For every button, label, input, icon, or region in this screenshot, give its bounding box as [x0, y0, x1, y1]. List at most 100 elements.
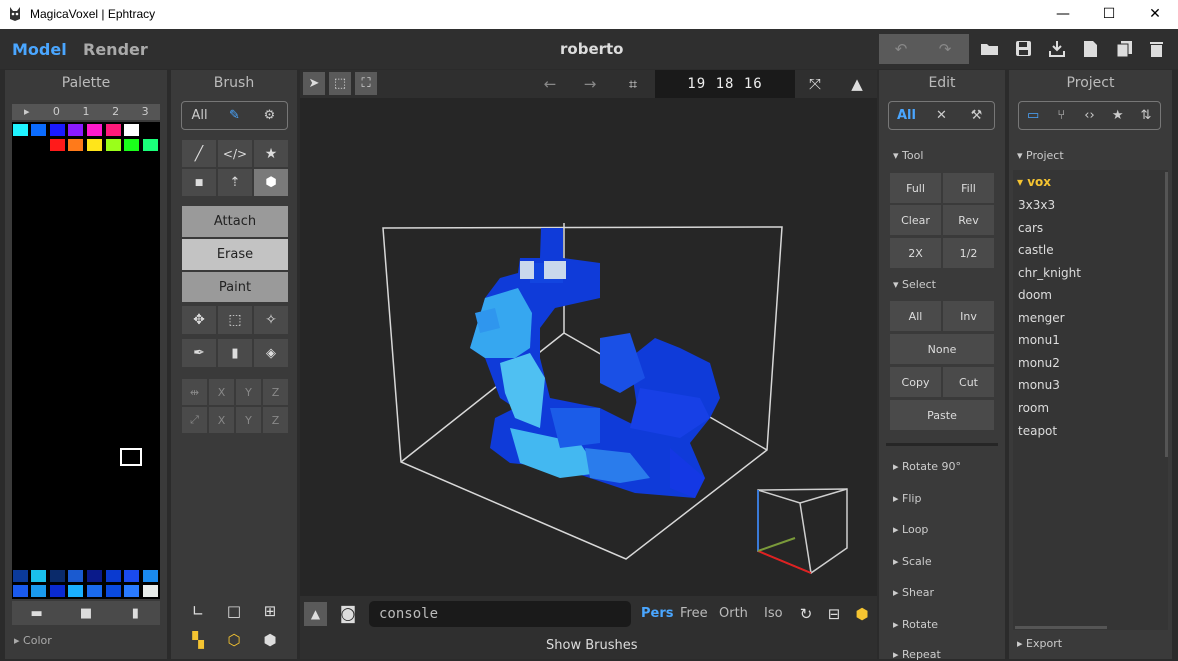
- export-section[interactable]: ▸ Export: [1017, 637, 1062, 650]
- axis-icon[interactable]: ⤢: [182, 407, 207, 433]
- palette-tab-2[interactable]: 2: [101, 104, 131, 120]
- minimize-button[interactable]: —: [1040, 0, 1086, 29]
- color-section[interactable]: ▸ Color: [14, 634, 52, 647]
- select-all-button[interactable]: All: [890, 301, 941, 331]
- cube-solid-icon[interactable]: ⬢: [258, 630, 282, 650]
- ground-icon[interactable]: ∟: [186, 601, 210, 621]
- collapse-icon[interactable]: ▲: [844, 72, 870, 95]
- brush-paint-icon[interactable]: ✎: [217, 102, 252, 129]
- face-brush-icon[interactable]: ⇡: [218, 169, 252, 196]
- vox-folder[interactable]: ▾ vox: [1017, 175, 1051, 189]
- dimensions-readout[interactable]: 19 18 16: [655, 70, 795, 98]
- pattern-brush-icon[interactable]: ★: [254, 140, 288, 167]
- favorite-tab-icon[interactable]: ★: [1104, 102, 1132, 129]
- close-button[interactable]: ✕: [1132, 0, 1178, 29]
- maximize-button[interactable]: ☐: [1086, 0, 1132, 29]
- reset-camera-icon[interactable]: ↻: [795, 603, 817, 625]
- view-orth[interactable]: Orth: [719, 606, 748, 621]
- project-item[interactable]: monu3: [1018, 378, 1060, 392]
- rev-button[interactable]: Rev: [943, 205, 994, 235]
- palette-grid[interactable]: [12, 122, 160, 599]
- code-brush-icon[interactable]: </>: [218, 140, 252, 167]
- cut-button[interactable]: Cut: [943, 367, 994, 397]
- edit-transform-icon[interactable]: ✕: [924, 102, 959, 129]
- mirror-icon[interactable]: ⇹: [182, 379, 207, 405]
- view-iso[interactable]: Iso: [764, 606, 783, 621]
- picker-icon[interactable]: ✒: [182, 339, 216, 367]
- arrow-right-icon[interactable]: →: [577, 72, 603, 95]
- rotate90-action[interactable]: ▸ Rotate 90°: [893, 460, 961, 473]
- repeat-action[interactable]: ▸ Repeat: [893, 648, 941, 661]
- axis-x[interactable]: X: [209, 407, 234, 433]
- select-none-button[interactable]: None: [890, 334, 994, 364]
- palette-tab-arrow[interactable]: ▸: [12, 104, 42, 120]
- project-hscrollbar[interactable]: [1015, 626, 1107, 629]
- attach-mode-button[interactable]: Attach: [182, 206, 288, 237]
- fit-icon[interactable]: ⤧: [802, 72, 828, 95]
- mirror-x[interactable]: X: [209, 379, 234, 405]
- code-tab-icon[interactable]: ‹›: [1075, 102, 1103, 129]
- marquee-icon[interactable]: ⬚: [329, 72, 351, 95]
- copy-button[interactable]: Copy: [890, 367, 941, 397]
- expand-console-icon[interactable]: ▲: [304, 602, 327, 626]
- palette-tab-0[interactable]: 0: [42, 104, 72, 120]
- full-button[interactable]: Full: [890, 173, 941, 203]
- project-section[interactable]: ▾ Project: [1017, 149, 1064, 162]
- undo-icon[interactable]: ↶: [885, 35, 917, 63]
- trash-icon[interactable]: ▮: [218, 339, 252, 367]
- project-item[interactable]: teapot: [1018, 424, 1057, 438]
- corners-icon[interactable]: ⛶: [355, 72, 377, 95]
- shear-action[interactable]: ▸ Shear: [893, 586, 934, 599]
- voxel-brush-icon[interactable]: ■: [182, 169, 216, 196]
- clear-button[interactable]: Clear: [890, 205, 941, 235]
- view-pers[interactable]: Pers: [641, 606, 674, 621]
- palette-save-icon[interactable]: ■: [61, 601, 110, 625]
- palette-open-icon[interactable]: ▬: [12, 601, 61, 625]
- box-view-icon[interactable]: ⬢: [851, 603, 873, 625]
- tab-model[interactable]: Model: [12, 40, 67, 59]
- erase-mode-button[interactable]: Erase: [182, 239, 288, 270]
- project-item[interactable]: chr_knight: [1018, 266, 1081, 280]
- rotate-action[interactable]: ▸ Rotate: [893, 618, 938, 631]
- cube-outline-icon[interactable]: ⬡: [222, 630, 246, 650]
- arrow-left-icon[interactable]: ←: [537, 72, 563, 95]
- axis-z[interactable]: Z: [263, 407, 288, 433]
- fill-button[interactable]: Fill: [943, 173, 994, 203]
- branch-tab-icon[interactable]: ⑂: [1047, 102, 1075, 129]
- palette-new-icon[interactable]: ▮: [111, 601, 160, 625]
- view-free[interactable]: Free: [680, 606, 708, 621]
- project-item[interactable]: 3x3x3: [1018, 198, 1055, 212]
- show-brushes-button[interactable]: Show Brushes: [546, 638, 638, 653]
- brush-filter-all[interactable]: All: [182, 102, 217, 129]
- project-item[interactable]: castle: [1018, 243, 1054, 257]
- palette-tab-1[interactable]: 1: [71, 104, 101, 120]
- sort-tab-icon[interactable]: ⇅: [1132, 102, 1160, 129]
- viewport-3d[interactable]: [300, 98, 877, 596]
- console-input[interactable]: console: [369, 601, 631, 627]
- axis-y[interactable]: Y: [236, 407, 261, 433]
- project-item[interactable]: doom: [1018, 288, 1052, 302]
- pointer-icon[interactable]: ➤: [303, 72, 325, 95]
- project-item[interactable]: cars: [1018, 221, 1043, 235]
- select-icon[interactable]: ⬚: [218, 306, 252, 334]
- flip-action[interactable]: ▸ Flip: [893, 492, 921, 505]
- project-scrollbar[interactable]: [1165, 172, 1168, 457]
- grid-icon[interactable]: ⊞: [258, 601, 282, 621]
- save-icon[interactable]: [1015, 40, 1032, 57]
- mirror-y[interactable]: Y: [236, 379, 261, 405]
- move-icon[interactable]: ✥: [182, 306, 216, 334]
- edit-wrench-icon[interactable]: ⚒: [959, 102, 994, 129]
- line-brush-icon[interactable]: ╱: [182, 140, 216, 167]
- project-item[interactable]: monu2: [1018, 356, 1060, 370]
- loop-action[interactable]: ▸ Loop: [893, 523, 928, 536]
- project-item[interactable]: menger: [1018, 311, 1065, 325]
- box-brush-icon[interactable]: ⬢: [254, 169, 288, 196]
- redo-icon[interactable]: ↷: [929, 35, 961, 63]
- brush-settings-icon[interactable]: ⚙: [252, 102, 287, 129]
- open-folder-icon[interactable]: [980, 41, 1000, 57]
- crop-icon[interactable]: ⌗: [620, 72, 646, 95]
- camera-icon[interactable]: ◙: [336, 602, 360, 626]
- tool-section[interactable]: ▾ Tool: [893, 149, 923, 162]
- save-as-icon[interactable]: [1048, 40, 1066, 57]
- scale-action[interactable]: ▸ Scale: [893, 555, 932, 568]
